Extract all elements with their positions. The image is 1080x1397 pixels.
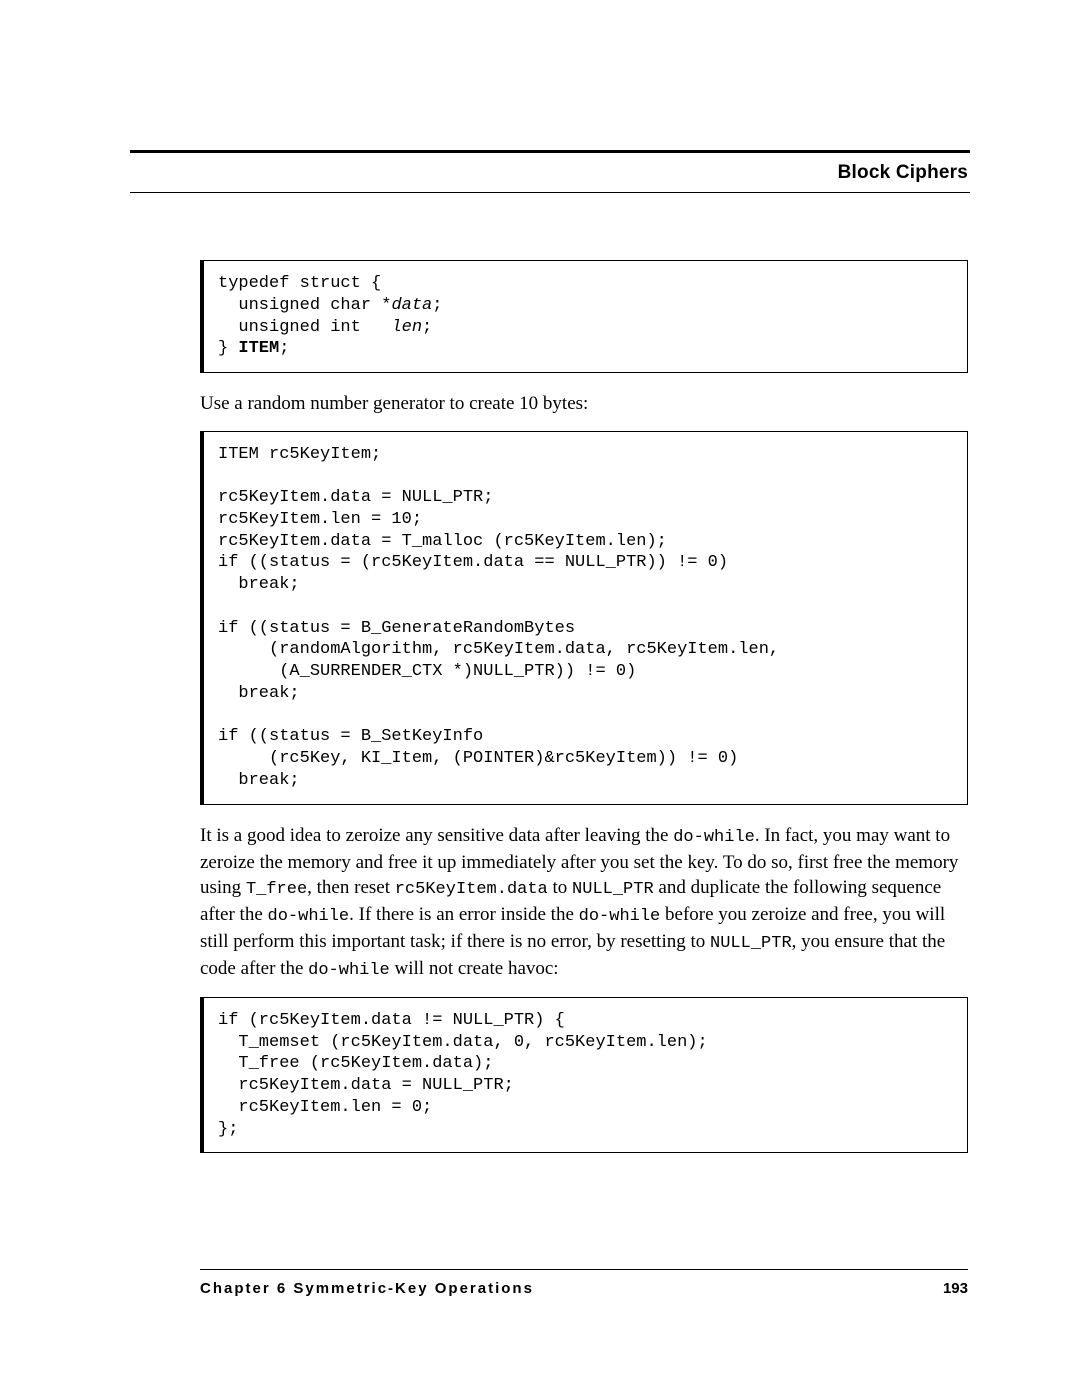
footer-rule <box>200 1269 968 1270</box>
content-area: typedef struct { unsigned char *data; un… <box>200 250 968 1171</box>
inline-code: do-while <box>579 907 661 926</box>
code-block-struct: typedef struct { unsigned char *data; un… <box>200 260 968 373</box>
code-text: unsigned char * <box>218 296 391 315</box>
inline-code: do-while <box>268 907 350 926</box>
code-line: unsigned char *data; <box>218 296 442 315</box>
body-text: It is a good idea to zeroize any sensiti… <box>200 825 673 846</box>
body-text: , then reset <box>307 877 395 898</box>
inline-code: NULL_PTR <box>572 880 654 899</box>
paragraph-zeroize: It is a good idea to zeroize any sensiti… <box>200 823 968 983</box>
code-line: typedef struct { <box>218 274 381 293</box>
body-text: . If there is an error inside the <box>349 904 579 925</box>
code-text: ; <box>432 296 442 315</box>
page-footer: Chapter 6 Symmetric-Key Operations 193 <box>200 1269 968 1297</box>
footer-page-number: 193 <box>943 1280 968 1297</box>
header-thin-rule <box>130 192 970 193</box>
body-text: will not create havoc: <box>390 958 559 979</box>
page: Block Ciphers typedef struct { unsigned … <box>0 0 1080 1397</box>
footer-line: Chapter 6 Symmetric-Key Operations 193 <box>200 1280 968 1297</box>
section-title: Block Ciphers <box>838 162 968 184</box>
header-top-rule <box>130 150 970 153</box>
footer-chapter-label: Chapter 6 Symmetric-Key Operations <box>200 1280 534 1297</box>
code-text: } <box>218 339 238 358</box>
inline-code: do-while <box>308 961 390 980</box>
inline-code: rc5KeyItem.data <box>395 880 548 899</box>
inline-code: do-while <box>673 828 755 847</box>
body-text: to <box>548 877 572 898</box>
inline-code: NULL_PTR <box>710 934 792 953</box>
code-block-random: ITEM rc5KeyItem; rc5KeyItem.data = NULL_… <box>200 431 968 805</box>
code-line: unsigned int len; <box>218 318 432 337</box>
code-text: ; <box>279 339 289 358</box>
paragraph-intro: Use a random number generator to create … <box>200 391 968 417</box>
code-text: unsigned int <box>218 318 391 337</box>
code-italic: len <box>391 318 422 337</box>
code-line: } ITEM; <box>218 339 289 358</box>
code-italic: data <box>391 296 432 315</box>
code-text: ; <box>422 318 432 337</box>
code-block-cleanup: if (rc5KeyItem.data != NULL_PTR) { T_mem… <box>200 997 968 1154</box>
code-bold: ITEM <box>238 339 279 358</box>
inline-code: T_free <box>246 880 307 899</box>
